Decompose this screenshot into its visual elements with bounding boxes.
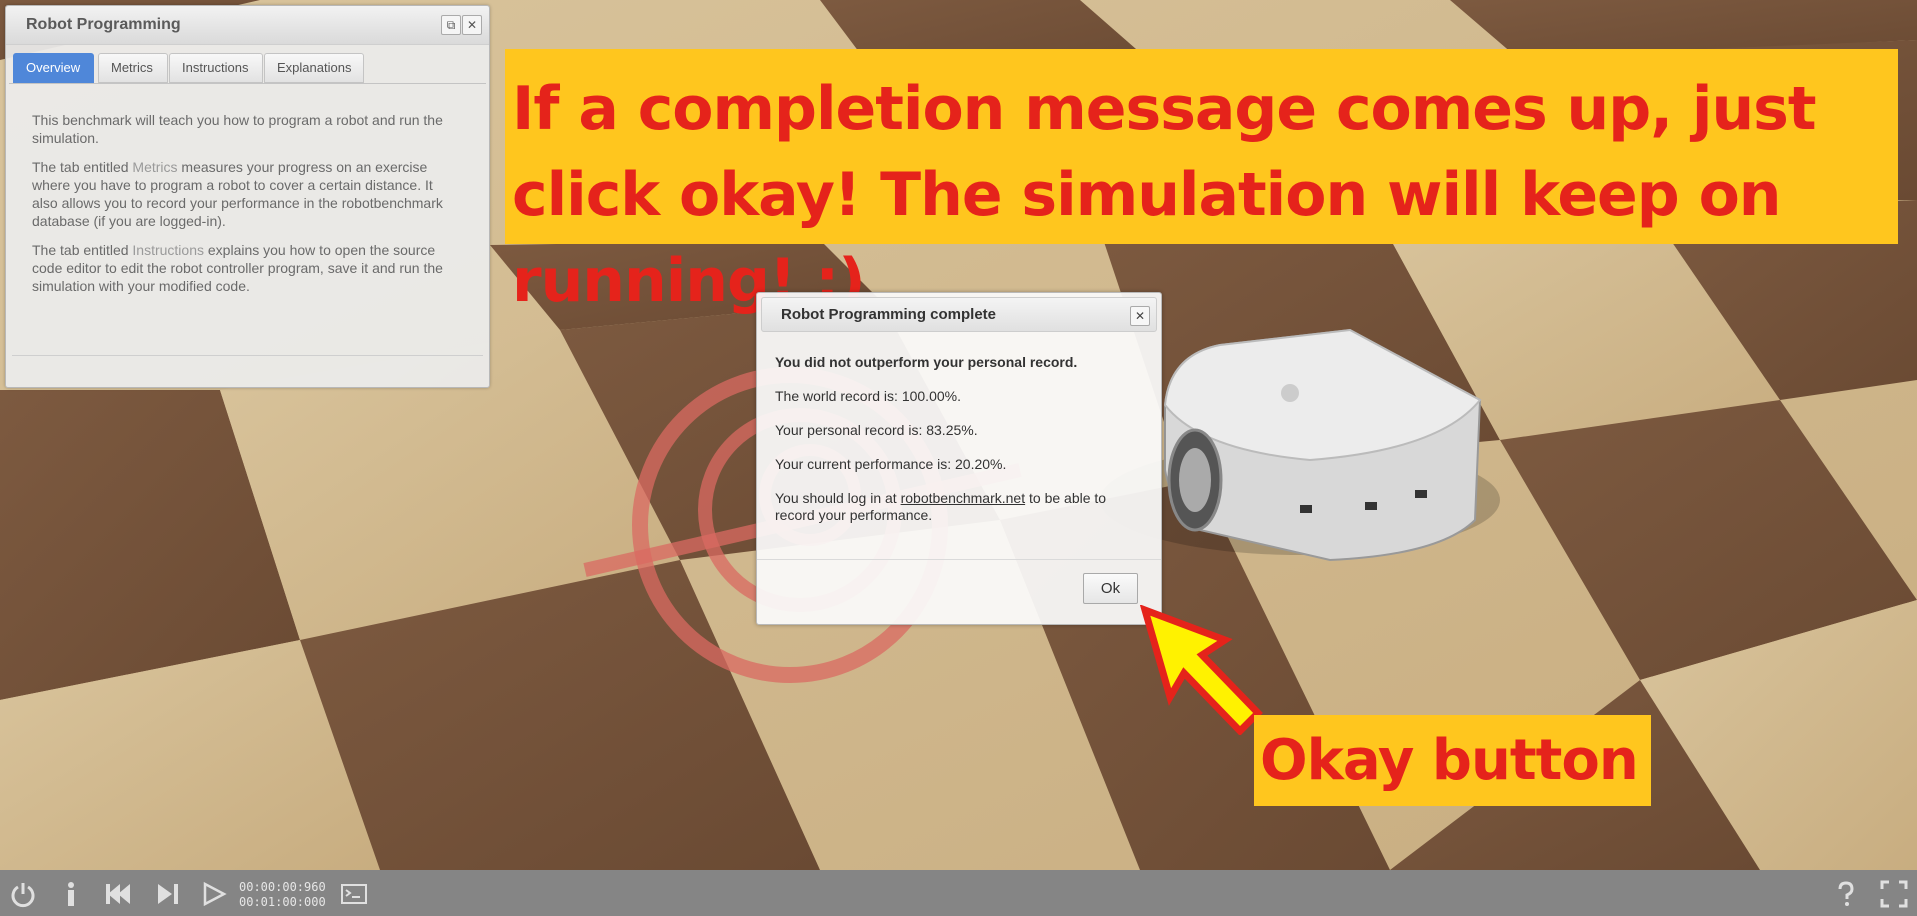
text-segment: The tab entitled (32, 159, 133, 175)
panel-title: Robot Programming (26, 16, 181, 33)
okay-button-label: Okay button (1254, 715, 1651, 806)
current-time: 00:00:00:960 (239, 880, 326, 894)
power-icon[interactable] (9, 880, 37, 908)
close-icon[interactable]: ✕ (462, 15, 482, 35)
overview-paragraph-3: The tab entitled Instructions explains y… (32, 241, 462, 295)
completion-dialog: Robot Programming complete ✕ You did not… (756, 292, 1162, 625)
dialog-body: You did not outperform your personal rec… (775, 354, 1147, 541)
overview-content: This benchmark will teach you how to pro… (32, 111, 462, 306)
overview-paragraph-1: This benchmark will teach you how to pro… (32, 112, 443, 146)
login-text: You should log in at robotbenchmark.net … (775, 490, 1147, 524)
tab-explanations[interactable]: Explanations (264, 53, 364, 83)
close-icon[interactable]: ✕ (1130, 306, 1150, 326)
help-icon[interactable] (1832, 880, 1860, 908)
instructions-reference: Instructions (132, 242, 204, 258)
text-segment: You should log in at (775, 490, 901, 506)
play-icon[interactable] (200, 880, 228, 908)
instruction-banner: If a completion message comes up, just c… (505, 49, 1898, 316)
divider (12, 355, 483, 356)
info-icon[interactable] (57, 880, 85, 908)
metrics-reference: Metrics (132, 159, 178, 175)
tab-instructions[interactable]: Instructions (169, 53, 263, 83)
arrow-annotation-icon (1140, 605, 1263, 735)
step-icon[interactable] (154, 880, 182, 908)
robot-programming-panel: Robot Programming ⧉ ✕ Overview Metrics I… (5, 5, 490, 388)
text-segment: The tab entitled (32, 242, 133, 258)
personal-record-text: Your personal record is: 83.25%. (775, 422, 978, 438)
dialog-headline: You did not outperform your personal rec… (775, 354, 1078, 370)
ok-button[interactable]: Ok (1083, 573, 1138, 604)
fullscreen-icon[interactable] (1880, 880, 1908, 908)
tab-metrics[interactable]: Metrics (98, 53, 168, 83)
overview-paragraph-2: The tab entitled Metrics measures your p… (32, 158, 462, 230)
tab-overview[interactable]: Overview (13, 53, 94, 83)
panel-header[interactable]: Robot Programming ⧉ ✕ (6, 6, 489, 45)
panel-tabs: Overview Metrics Instructions Explanatio… (9, 48, 486, 84)
divider (757, 559, 1161, 560)
simulation-time: 00:00:00:960 00:01:00:000 (239, 880, 326, 910)
robotbenchmark-link[interactable]: robotbenchmark.net (901, 490, 1026, 506)
popout-icon[interactable]: ⧉ (441, 15, 461, 35)
console-icon[interactable] (340, 880, 368, 908)
total-time: 00:01:00:000 (239, 895, 326, 909)
reset-icon[interactable] (104, 880, 132, 908)
world-record-text: The world record is: 100.00%. (775, 388, 961, 404)
current-performance-text: Your current performance is: 20.20%. (775, 456, 1007, 472)
dialog-header[interactable]: Robot Programming complete ✕ (761, 297, 1157, 332)
dialog-title: Robot Programming complete (781, 306, 997, 323)
